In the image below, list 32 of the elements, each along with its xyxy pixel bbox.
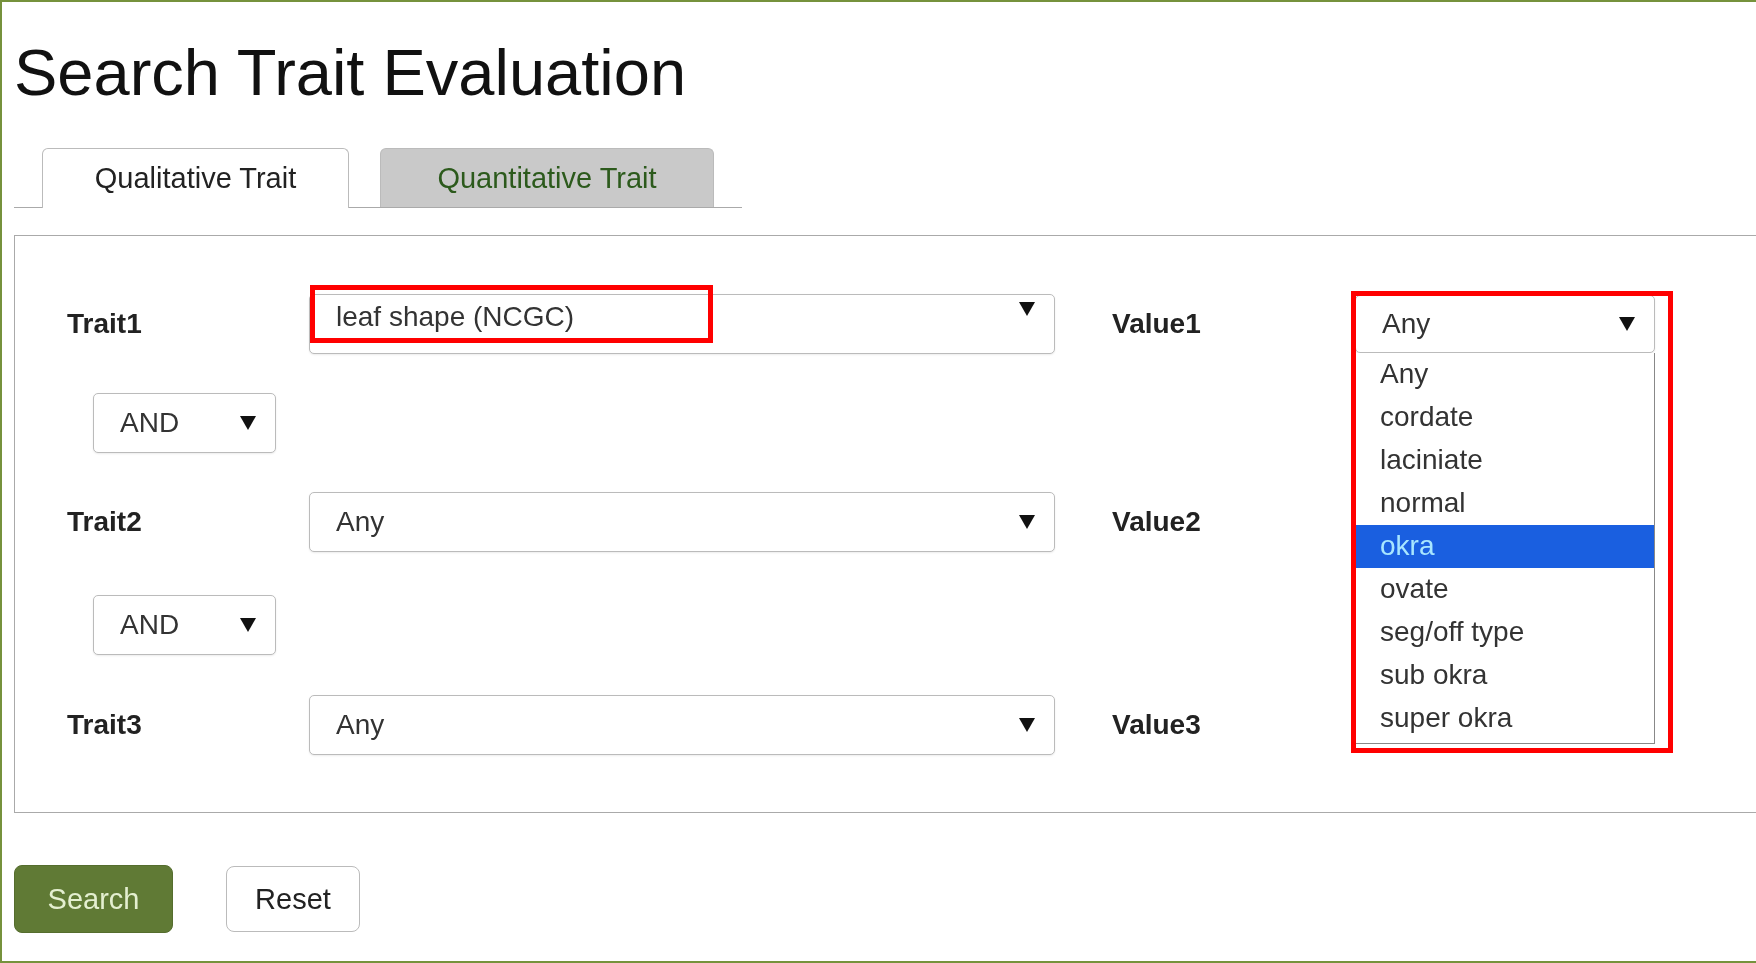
operator-select[interactable]: AND bbox=[93, 595, 276, 655]
trait-select[interactable]: leaf shape (NCGC) bbox=[309, 294, 1055, 354]
field-label: Trait1 bbox=[67, 308, 142, 340]
dropdown-option[interactable]: cordate bbox=[1356, 396, 1654, 439]
caret-icon bbox=[239, 617, 257, 633]
dropdown-option[interactable]: sub okra bbox=[1356, 654, 1654, 697]
tab[interactable]: Qualitative Trait bbox=[42, 148, 349, 208]
caret-icon bbox=[1618, 316, 1636, 332]
dropdown-option[interactable]: Any bbox=[1356, 353, 1654, 396]
caret-icon bbox=[239, 415, 257, 431]
field-label: Value3 bbox=[1112, 709, 1201, 741]
caret-icon bbox=[1018, 301, 1036, 317]
field-label: Trait3 bbox=[67, 709, 142, 741]
dropdown-option[interactable]: seg/off type bbox=[1356, 611, 1654, 654]
dropdown-option[interactable]: okra bbox=[1356, 525, 1654, 568]
value-select[interactable]: Any bbox=[1355, 295, 1655, 353]
dropdown-option[interactable]: laciniate bbox=[1356, 439, 1654, 482]
caret-icon bbox=[1018, 514, 1036, 530]
dropdown-option[interactable]: normal bbox=[1356, 482, 1654, 525]
tab[interactable]: Quantitative Trait bbox=[380, 148, 714, 207]
field-label: Value1 bbox=[1112, 308, 1201, 340]
trait-select[interactable]: Any bbox=[309, 695, 1055, 755]
search-button[interactable]: Search bbox=[14, 865, 173, 933]
trait-select[interactable]: Any bbox=[309, 492, 1055, 552]
page-title: Search Trait Evaluation bbox=[14, 40, 687, 106]
field-label: Value2 bbox=[1112, 506, 1201, 538]
reset-button[interactable]: Reset bbox=[226, 866, 360, 932]
operator-select[interactable]: AND bbox=[93, 393, 276, 453]
dropdown-option[interactable]: ovate bbox=[1356, 568, 1654, 611]
dropdown-option[interactable]: super okra bbox=[1356, 697, 1654, 740]
field-label: Trait2 bbox=[67, 506, 142, 538]
caret-icon bbox=[1018, 717, 1036, 733]
